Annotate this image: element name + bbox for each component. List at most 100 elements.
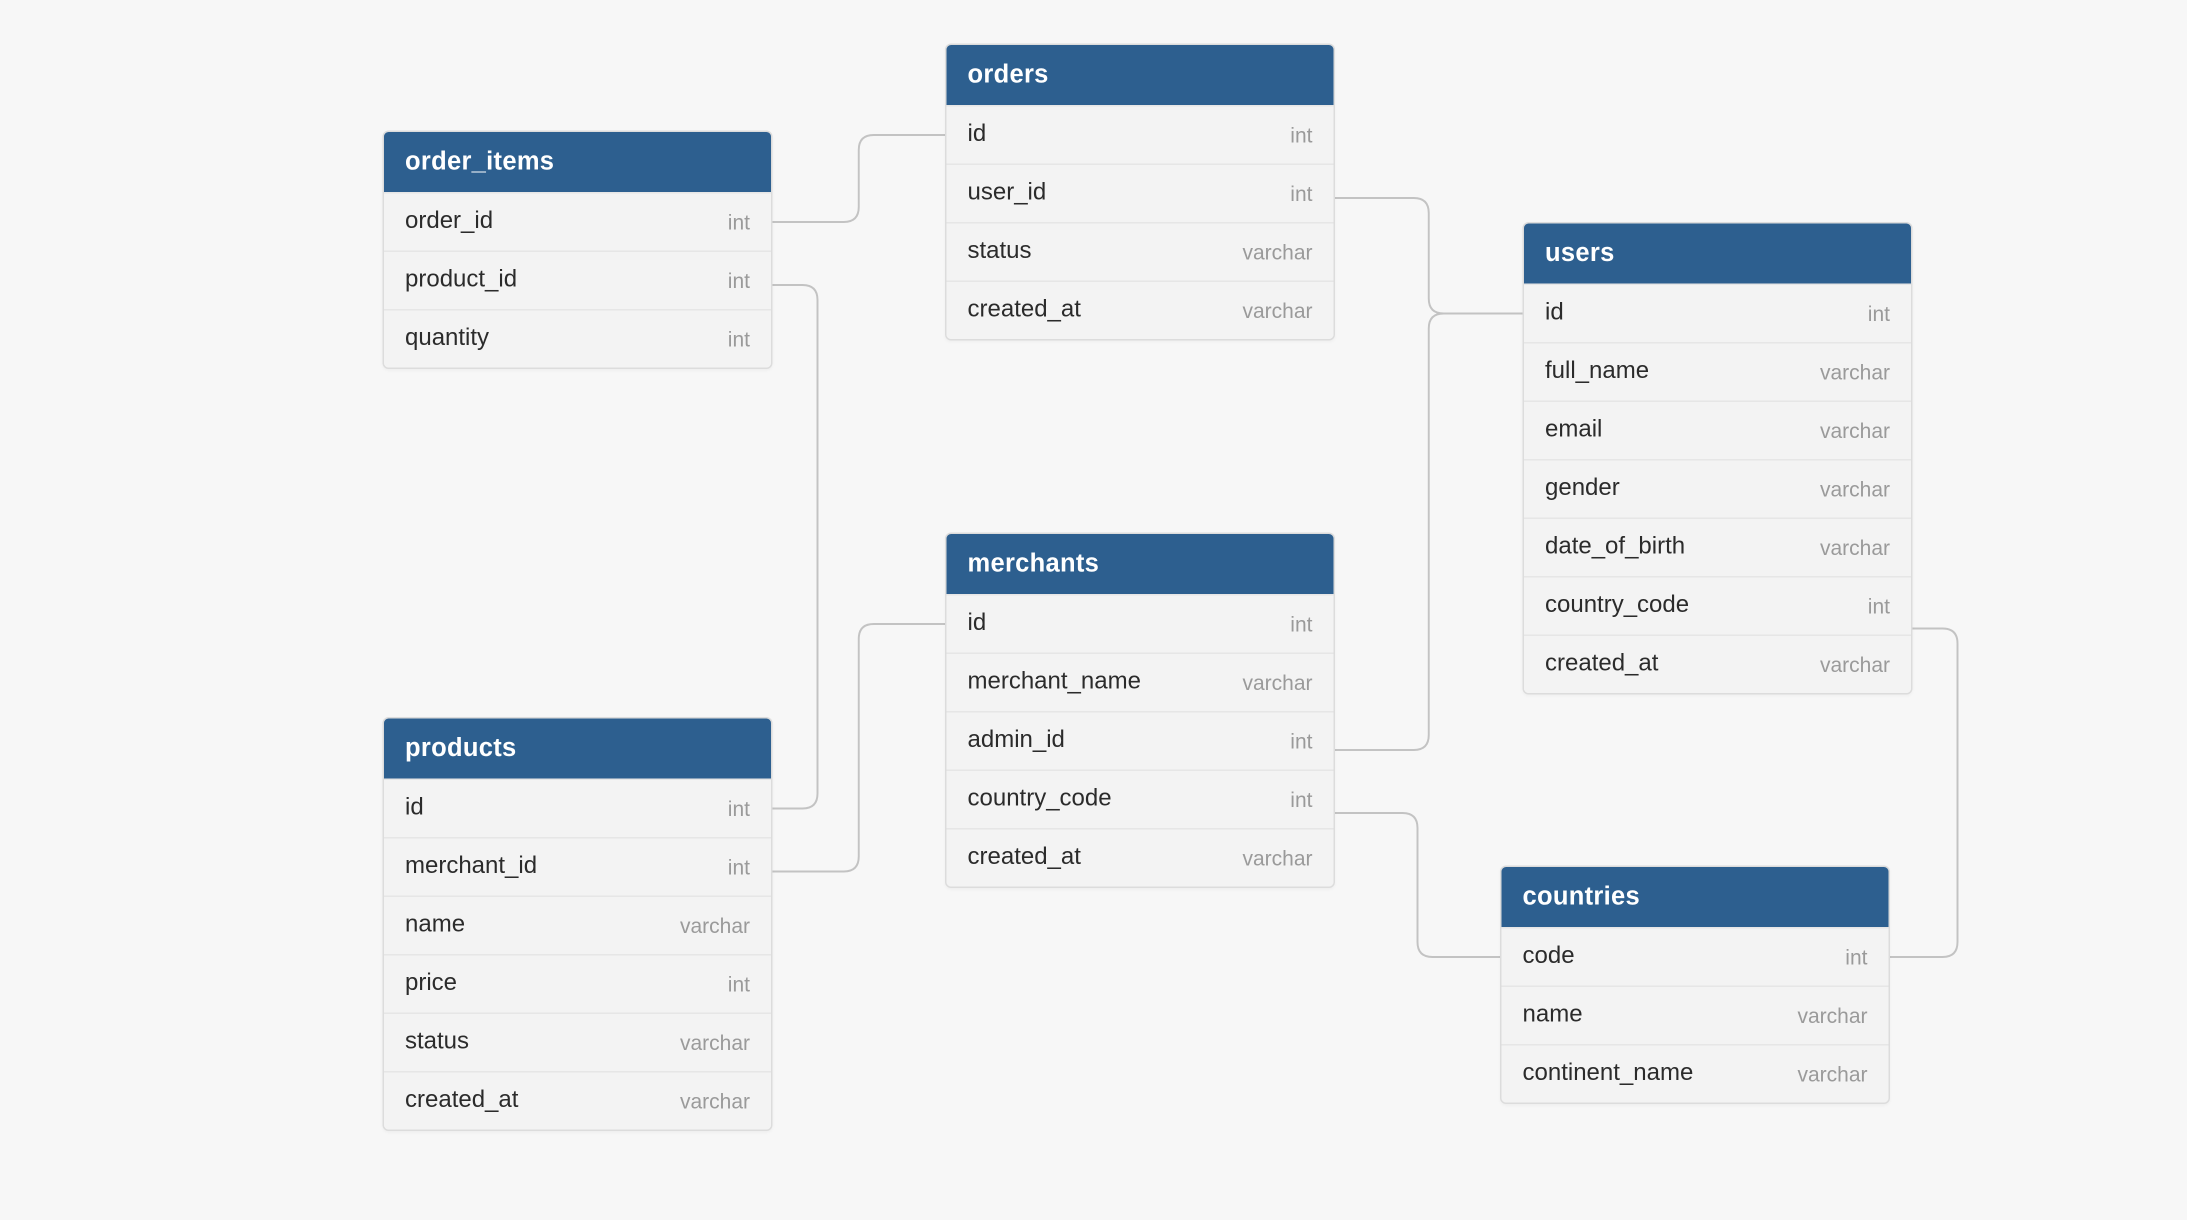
column-row[interactable]: order_idint [384,192,771,251]
column-name: continent_name [1523,1061,1694,1088]
column-type: varchar [1242,671,1312,695]
table-header[interactable]: merchants [947,534,1334,594]
column-type: varchar [1820,360,1890,384]
column-type: varchar [1820,419,1890,443]
column-name: id [1545,300,1564,327]
column-row[interactable]: created_at varchar [947,281,1334,340]
column-name: country_code [968,786,1112,813]
column-name: quantity [405,326,489,353]
column-row[interactable]: merchant_name varchar [947,653,1334,712]
column-name: gender [1545,476,1620,503]
relationship-line [773,135,946,222]
column-type: varchar [1820,653,1890,677]
column-row[interactable]: status varchar [384,1013,771,1072]
column-row[interactable]: name varchar [384,896,771,955]
column-row[interactable]: country_code int [1524,576,1911,635]
column-type: varchar [1797,1004,1867,1028]
column-name: created_at [1545,651,1658,678]
column-row[interactable]: admin_id int [947,711,1334,770]
column-row[interactable]: code int [1502,927,1889,986]
table-order_items[interactable]: order_itemsorder_idintproduct_idintquant… [383,131,773,370]
table-header[interactable]: orders [947,45,1334,105]
column-type: int [728,327,750,351]
column-name: product_id [405,267,517,294]
column-type: int [1290,788,1312,812]
column-name: merchant_id [405,854,537,881]
column-name: merchant_name [968,669,1141,696]
column-type: int [1845,945,1867,969]
column-row[interactable]: id int [947,105,1334,164]
table-users[interactable]: usersidintfull_namevarcharemailvarcharge… [1523,222,1913,695]
column-row[interactable]: created_at varchar [947,828,1334,887]
column-name: id [968,611,987,638]
column-name: id [968,122,987,149]
column-type: varchar [1820,536,1890,560]
table-merchants[interactable]: merchantsidintmerchant_namevarcharadmin_… [945,533,1335,889]
column-row[interactable]: id int [384,779,771,838]
column-name: id [405,795,424,822]
column-row[interactable]: quantity int [384,309,771,368]
column-type: int [1868,594,1890,618]
column-type: int [728,797,750,821]
column-name: admin_id [968,728,1065,755]
column-row[interactable]: created_at varchar [1524,635,1911,694]
relationship-line [773,624,946,872]
column-name: code [1523,944,1575,971]
column-name: created_at [405,1088,518,1115]
table-products[interactable]: productsidintmerchant_idintnamevarcharpr… [383,717,773,1131]
relationship-line [1335,314,1523,751]
table-countries[interactable]: countriescodeintnamevarcharcontinent_nam… [1500,866,1890,1105]
column-row[interactable]: merchant_idint [384,837,771,896]
column-type: int [1290,123,1312,147]
column-type: int [728,210,750,234]
column-name: status [405,1029,469,1056]
table-header[interactable]: order_items [384,132,771,192]
column-type: varchar [680,914,750,938]
column-name: price [405,971,457,998]
table-header[interactable]: countries [1502,867,1889,927]
column-row[interactable]: date_of_birth varchar [1524,518,1911,577]
column-type: varchar [680,1089,750,1113]
er-diagram-canvas[interactable]: order_itemsorder_idintproduct_idintquant… [0,0,2187,1220]
column-type: varchar [1797,1062,1867,1086]
relationship-line [1335,198,1523,314]
column-row[interactable]: full_name varchar [1524,342,1911,401]
column-name: name [405,912,465,939]
column-row[interactable]: product_id int [384,251,771,310]
column-row[interactable]: id int [947,594,1334,653]
column-row[interactable]: country_code int [947,770,1334,829]
column-row[interactable]: name varchar [1502,986,1889,1045]
column-type: varchar [1242,299,1312,323]
column-row[interactable]: status varchar [947,222,1334,281]
column-type: int [728,269,750,293]
relationship-line [1335,813,1500,957]
column-name: full_name [1545,359,1649,386]
column-type: varchar [680,1031,750,1055]
column-type: int [1868,302,1890,326]
column-type: int [728,972,750,996]
column-name: country_code [1545,593,1689,620]
table-header[interactable]: products [384,719,771,779]
column-type: int [1290,612,1312,636]
column-type: varchar [1242,240,1312,264]
column-row[interactable]: price int [384,954,771,1013]
relationship-line [773,285,818,809]
column-name: created_at [968,297,1081,324]
column-type: varchar [1242,846,1312,870]
table-orders[interactable]: ordersidintuser_idintstatusvarcharcreate… [945,44,1335,341]
column-name: date_of_birth [1545,534,1685,561]
column-type: int [1290,729,1312,753]
column-row[interactable]: gender varchar [1524,459,1911,518]
column-row[interactable]: id int [1524,284,1911,343]
column-type: int [1290,182,1312,206]
column-name: name [1523,1002,1583,1029]
column-name: created_at [968,845,1081,872]
column-row[interactable]: user_id int [947,164,1334,223]
column-row[interactable]: email varchar [1524,401,1911,460]
column-name: status [968,239,1032,266]
column-type: varchar [1820,477,1890,501]
column-name: email [1545,417,1602,444]
table-header[interactable]: users [1524,224,1911,284]
column-name: user_id [968,180,1047,207]
column-row[interactable]: continent_name varchar [1502,1044,1889,1103]
